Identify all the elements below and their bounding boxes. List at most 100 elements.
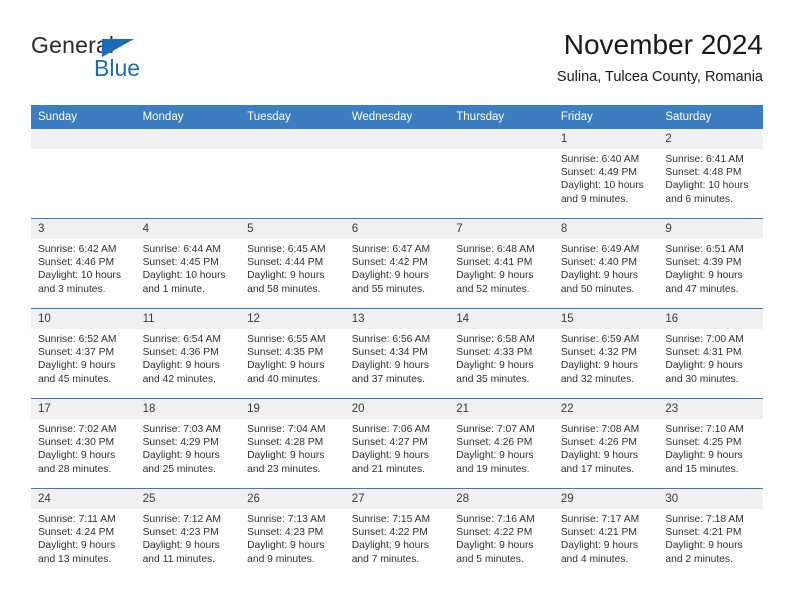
calendar-day-cell[interactable]: 23 Sunrise: 7:10 AM Sunset: 4:25 PM Dayligh… bbox=[658, 398, 763, 489]
calendar-day-cell[interactable]: 10 Sunrise: 6:52 AM Sunset: 4:37 PM Dayligh… bbox=[31, 308, 136, 399]
day-details: Sunrise: 6:54 AM Sunset: 4:36 PM Daylight:… bbox=[136, 329, 241, 386]
sunset-text: Sunset: 4:48 PM bbox=[665, 167, 742, 179]
sunset-text: Sunset: 4:34 PM bbox=[351, 347, 428, 359]
calendar-day-cell[interactable]: 5 Sunrise: 6:45 AM Sunset: 4:44 PM Daylight… bbox=[240, 218, 345, 309]
calendar-day-cell[interactable]: 28 Sunrise: 7:16 AM Sunset: 4:22 PM Dayligh… bbox=[449, 488, 554, 578]
calendar-day-cell[interactable]: 6 Sunrise: 6:47 AM Sunset: 4:42 PM Daylight… bbox=[344, 218, 450, 309]
calendar-day-cell[interactable]: 15 Sunrise: 6:59 AM Sunset: 4:32 PM Dayligh… bbox=[553, 308, 659, 399]
sunrise-text: Sunrise: 7:12 AM bbox=[142, 514, 221, 525]
calendar-cell-inner: 19 Sunrise: 7:04 AM Sunset: 4:28 PM Dayligh… bbox=[240, 399, 345, 488]
day-number: 11 bbox=[135, 309, 241, 329]
calendar-week-row: 24 Sunrise: 7:11 AM Sunset: 4:24 PM Dayligh… bbox=[31, 488, 763, 578]
calendar-cell-inner: 16 Sunrise: 7:00 AM Sunset: 4:31 PM Dayligh… bbox=[658, 309, 763, 398]
calendar-day-cell[interactable]: 20 Sunrise: 7:06 AM Sunset: 4:27 PM Dayligh… bbox=[344, 398, 450, 489]
day-number: 28 bbox=[449, 489, 554, 509]
calendar-cell-inner: 22 Sunrise: 7:08 AM Sunset: 4:26 PM Dayligh… bbox=[553, 399, 659, 488]
day-number: 27 bbox=[344, 489, 450, 509]
day-details: Sunrise: 6:47 AM Sunset: 4:42 PM Daylight:… bbox=[345, 239, 450, 296]
calendar-day-cell[interactable]: 22 Sunrise: 7:08 AM Sunset: 4:26 PM Dayligh… bbox=[553, 398, 659, 489]
calendar-day-cell[interactable]: 19 Sunrise: 7:04 AM Sunset: 4:28 PM Dayligh… bbox=[240, 398, 345, 489]
sunrise-text: Sunrise: 6:55 AM bbox=[247, 334, 326, 345]
sunrise-text: Sunrise: 6:41 AM bbox=[665, 154, 744, 165]
calendar-day-cell[interactable]: 26 Sunrise: 7:13 AM Sunset: 4:23 PM Dayligh… bbox=[240, 488, 345, 578]
calendar-cell-inner bbox=[449, 129, 554, 218]
calendar-day-cell[interactable]: 11 Sunrise: 6:54 AM Sunset: 4:36 PM Dayligh… bbox=[135, 308, 241, 399]
calendar-day-cell[interactable]: 9 Sunrise: 6:51 AM Sunset: 4:39 PM Daylight… bbox=[658, 218, 763, 309]
sunrise-text: Sunrise: 7:10 AM bbox=[665, 424, 744, 435]
calendar-day-cell[interactable]: 13 Sunrise: 6:56 AM Sunset: 4:34 PM Dayligh… bbox=[344, 308, 450, 399]
sunset-text: Sunset: 4:45 PM bbox=[142, 257, 219, 269]
day-number: 19 bbox=[240, 399, 345, 419]
calendar-cell-inner: 17 Sunrise: 7:02 AM Sunset: 4:30 PM Dayligh… bbox=[31, 399, 136, 488]
calendar-day-cell[interactable]: 1 Sunrise: 6:40 AM Sunset: 4:49 PM Daylight… bbox=[553, 128, 659, 219]
daylight-text-line2: and 47 minutes. bbox=[665, 283, 739, 295]
calendar-cell-inner: 18 Sunrise: 7:03 AM Sunset: 4:29 PM Dayligh… bbox=[135, 399, 241, 488]
calendar-cell-inner bbox=[135, 129, 241, 218]
day-details: Sunrise: 7:16 AM Sunset: 4:22 PM Daylight:… bbox=[449, 509, 554, 566]
day-number: 24 bbox=[31, 489, 136, 509]
daylight-text-line2: and 30 minutes. bbox=[665, 373, 739, 385]
sunset-text: Sunset: 4:32 PM bbox=[560, 347, 637, 359]
calendar-day-cell[interactable]: 16 Sunrise: 7:00 AM Sunset: 4:31 PM Dayligh… bbox=[658, 308, 763, 399]
daylight-text-line1: Daylight: 9 hours bbox=[665, 540, 743, 552]
sunset-text: Sunset: 4:22 PM bbox=[456, 527, 533, 539]
sunset-text: Sunset: 4:28 PM bbox=[247, 437, 324, 449]
daylight-text-line1: Daylight: 9 hours bbox=[351, 270, 429, 282]
sunset-text: Sunset: 4:29 PM bbox=[142, 437, 219, 449]
sunset-text: Sunset: 4:49 PM bbox=[560, 167, 637, 179]
sunrise-text: Sunrise: 6:42 AM bbox=[38, 244, 117, 255]
calendar-cell-inner: 9 Sunrise: 6:51 AM Sunset: 4:39 PM Daylight… bbox=[658, 219, 763, 308]
sunset-text: Sunset: 4:30 PM bbox=[38, 437, 115, 449]
day-number bbox=[240, 129, 345, 149]
daylight-text-line1: Daylight: 9 hours bbox=[456, 270, 534, 282]
calendar-day-cell[interactable]: 8 Sunrise: 6:49 AM Sunset: 4:40 PM Daylight… bbox=[553, 218, 659, 309]
calendar-day-cell[interactable]: 3 Sunrise: 6:42 AM Sunset: 4:46 PM Daylight… bbox=[31, 218, 136, 309]
sunrise-text: Sunrise: 6:56 AM bbox=[351, 334, 431, 345]
calendar-day-cell[interactable]: 25 Sunrise: 7:12 AM Sunset: 4:23 PM Dayligh… bbox=[135, 488, 241, 578]
calendar-cell-empty bbox=[344, 128, 450, 219]
sunset-text: Sunset: 4:33 PM bbox=[456, 347, 533, 359]
day-details: Sunrise: 6:45 AM Sunset: 4:44 PM Daylight:… bbox=[240, 239, 345, 296]
calendar-day-cell[interactable]: 7 Sunrise: 6:48 AM Sunset: 4:41 PM Daylight… bbox=[449, 218, 554, 309]
day-number: 20 bbox=[344, 399, 450, 419]
sunrise-text: Sunrise: 7:11 AM bbox=[38, 514, 116, 525]
brand-logo[interactable]: General Blue bbox=[31, 32, 251, 88]
daylight-text-line1: Daylight: 9 hours bbox=[560, 450, 639, 462]
daylight-text-line2: and 1 minute. bbox=[142, 283, 205, 295]
daylight-text-line1: Daylight: 9 hours bbox=[351, 450, 429, 462]
day-number: 6 bbox=[344, 219, 450, 239]
calendar-day-cell[interactable]: 4 Sunrise: 6:44 AM Sunset: 4:45 PM Daylight… bbox=[135, 218, 241, 309]
calendar-week-row: 1 Sunrise: 6:40 AM Sunset: 4:49 PM Daylight… bbox=[31, 128, 763, 219]
calendar-day-cell[interactable]: 14 Sunrise: 6:58 AM Sunset: 4:33 PM Dayligh… bbox=[449, 308, 554, 399]
calendar-day-cell[interactable]: 30 Sunrise: 7:18 AM Sunset: 4:21 PM Dayligh… bbox=[658, 488, 763, 578]
calendar-day-cell[interactable]: 29 Sunrise: 7:17 AM Sunset: 4:21 PM Dayligh… bbox=[553, 488, 659, 578]
calendar-grid: Sunday Monday Tuesday Wednesday Thursday… bbox=[31, 105, 763, 578]
day-details: Sunrise: 7:07 AM Sunset: 4:26 PM Daylight:… bbox=[449, 419, 554, 476]
calendar-day-cell[interactable]: 12 Sunrise: 6:55 AM Sunset: 4:35 PM Dayligh… bbox=[240, 308, 345, 399]
calendar-day-cell[interactable]: 2 Sunrise: 6:41 AM Sunset: 4:48 PM Daylight… bbox=[658, 128, 763, 219]
calendar-body: 1 Sunrise: 6:40 AM Sunset: 4:49 PM Daylight… bbox=[31, 128, 763, 578]
daylight-text-line2: and 17 minutes. bbox=[560, 463, 635, 475]
calendar-cell-inner: 21 Sunrise: 7:07 AM Sunset: 4:26 PM Dayligh… bbox=[449, 399, 554, 488]
daylight-text-line2: and 37 minutes. bbox=[351, 373, 425, 385]
day-number: 12 bbox=[240, 309, 345, 329]
calendar-week-row: 3 Sunrise: 6:42 AM Sunset: 4:46 PM Daylight… bbox=[31, 218, 763, 309]
day-number: 15 bbox=[553, 309, 659, 329]
calendar-day-cell[interactable]: 21 Sunrise: 7:07 AM Sunset: 4:26 PM Dayligh… bbox=[449, 398, 554, 489]
daylight-text-line2: and 15 minutes. bbox=[665, 463, 739, 475]
calendar-cell-inner: 24 Sunrise: 7:11 AM Sunset: 4:24 PM Dayligh… bbox=[31, 489, 136, 578]
sunrise-text: Sunrise: 7:02 AM bbox=[38, 424, 117, 435]
calendar-cell-inner: 13 Sunrise: 6:56 AM Sunset: 4:34 PM Dayligh… bbox=[344, 309, 450, 398]
calendar-day-cell[interactable]: 24 Sunrise: 7:11 AM Sunset: 4:24 PM Dayligh… bbox=[31, 488, 136, 578]
daylight-text-line2: and 32 minutes. bbox=[560, 373, 635, 385]
daylight-text-line1: Daylight: 9 hours bbox=[560, 360, 639, 372]
daylight-text-line2: and 52 minutes. bbox=[456, 283, 530, 295]
calendar-day-cell[interactable]: 27 Sunrise: 7:15 AM Sunset: 4:22 PM Dayligh… bbox=[344, 488, 450, 578]
sunrise-text: Sunrise: 7:15 AM bbox=[351, 514, 431, 525]
day-details: Sunrise: 7:06 AM Sunset: 4:27 PM Daylight:… bbox=[345, 419, 450, 476]
sunset-text: Sunset: 4:26 PM bbox=[560, 437, 637, 449]
daylight-text-line1: Daylight: 9 hours bbox=[247, 360, 325, 372]
daylight-text-line2: and 35 minutes. bbox=[456, 373, 530, 385]
calendar-day-cell[interactable]: 18 Sunrise: 7:03 AM Sunset: 4:29 PM Dayligh… bbox=[135, 398, 241, 489]
calendar-day-cell[interactable]: 17 Sunrise: 7:02 AM Sunset: 4:30 PM Dayligh… bbox=[31, 398, 136, 489]
